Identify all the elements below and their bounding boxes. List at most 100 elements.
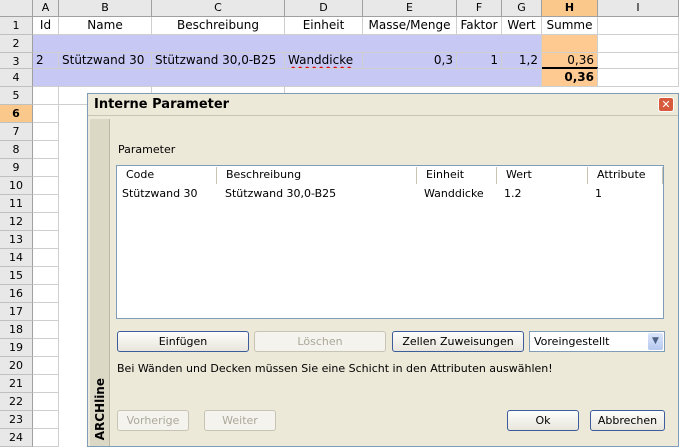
cell-a13[interactable]: [33, 231, 59, 249]
cell-d1-header-einheit[interactable]: Einheit: [285, 17, 363, 35]
cell-a23[interactable]: [33, 411, 59, 429]
cell-a21[interactable]: [33, 375, 59, 393]
cell-a9[interactable]: [33, 159, 59, 177]
row2-data-block[interactable]: [33, 35, 542, 53]
row-header-4[interactable]: 4: [0, 69, 33, 87]
cell-f1-header-faktor[interactable]: Faktor: [457, 17, 502, 35]
row-header-15[interactable]: 15: [0, 267, 33, 285]
parameter-list-header: Code Beschreibung Einheit Wert Attribute: [117, 166, 663, 184]
row-header-17[interactable]: 17: [0, 303, 33, 321]
row-header-9[interactable]: 9: [0, 159, 33, 177]
row-header-18[interactable]: 18: [0, 321, 33, 339]
row-header-22[interactable]: 22: [0, 393, 33, 411]
chevron-down-icon[interactable]: ▼: [648, 333, 663, 350]
cell-a8[interactable]: [33, 141, 59, 159]
column-header-i[interactable]: I: [598, 0, 679, 17]
list-item-attribute: 1: [595, 187, 602, 200]
cell-a1-header-id[interactable]: Id: [33, 17, 59, 35]
cell-h2[interactable]: [542, 35, 598, 53]
column-header-d[interactable]: D: [285, 0, 363, 17]
einfuegen-button[interactable]: Einfügen: [117, 331, 249, 352]
preset-select[interactable]: Voreingestellt ▼: [529, 331, 665, 352]
cell-i3[interactable]: [598, 53, 679, 69]
column-header-f[interactable]: F: [457, 0, 502, 17]
column-header-b[interactable]: B: [59, 0, 152, 17]
row4-data-block[interactable]: [33, 69, 542, 87]
row-header-1[interactable]: 1: [0, 17, 33, 35]
row-header-21[interactable]: 21: [0, 375, 33, 393]
list-header-attribute[interactable]: Attribute: [588, 167, 663, 184]
cell-a17[interactable]: [33, 303, 59, 321]
row-header-6[interactable]: 6: [0, 105, 33, 123]
row-header-14[interactable]: 14: [0, 249, 33, 267]
ok-button[interactable]: Ok: [507, 410, 579, 431]
abbrechen-button[interactable]: Abbrechen: [590, 410, 665, 431]
parameter-list[interactable]: Code Beschreibung Einheit Wert Attribute…: [116, 165, 664, 319]
cell-e3-masse[interactable]: 0,3: [363, 53, 457, 69]
cell-a11[interactable]: [33, 195, 59, 213]
cell-a24[interactable]: [33, 429, 59, 447]
cell-a12[interactable]: [33, 213, 59, 231]
row-header-8[interactable]: 8: [0, 141, 33, 159]
row-header-24[interactable]: 24: [0, 429, 33, 447]
cell-a5[interactable]: [33, 87, 59, 105]
cell-a15[interactable]: [33, 267, 59, 285]
close-icon[interactable]: ✕: [658, 97, 674, 112]
column-header-g[interactable]: G: [502, 0, 542, 17]
cell-a16[interactable]: [33, 285, 59, 303]
cell-i1[interactable]: [598, 17, 679, 35]
row-header-12[interactable]: 12: [0, 213, 33, 231]
row-header-13[interactable]: 13: [0, 231, 33, 249]
dialog-title-bar[interactable]: Interne Parameter ✕: [88, 94, 678, 116]
einheit-text: Wanddicke: [288, 53, 354, 67]
list-header-wert[interactable]: Wert: [497, 167, 588, 184]
cell-a22[interactable]: [33, 393, 59, 411]
cell-a10[interactable]: [33, 177, 59, 195]
vorherige-button[interactable]: Vorherige: [117, 410, 189, 431]
row-header-5[interactable]: 5: [0, 87, 33, 105]
row-header-11[interactable]: 11: [0, 195, 33, 213]
select-all-corner[interactable]: [0, 0, 33, 17]
column-header-e[interactable]: E: [363, 0, 457, 17]
list-header-einheit[interactable]: Einheit: [417, 167, 497, 184]
loeschen-button[interactable]: Löschen: [254, 331, 386, 352]
cell-a7[interactable]: [33, 123, 59, 141]
cell-b1-header-name[interactable]: Name: [59, 17, 152, 35]
cell-i4[interactable]: [598, 69, 679, 87]
cell-a6[interactable]: [33, 105, 59, 123]
cell-c1-header-beschreibung[interactable]: Beschreibung: [152, 17, 285, 35]
list-item[interactable]: Stützwand 30 Stützwand 30,0-B25 Wanddick…: [117, 185, 663, 201]
zellen-zuweisungen-button[interactable]: Zellen Zuweisungen: [392, 331, 524, 352]
cell-d3-einheit[interactable]: Wanddicke: [285, 53, 363, 69]
cell-h4-total[interactable]: 0,36: [542, 67, 598, 87]
row-header-10[interactable]: 10: [0, 177, 33, 195]
column-header-c[interactable]: C: [152, 0, 285, 17]
cell-g3-wert[interactable]: 1,2: [502, 53, 542, 69]
row-header-20[interactable]: 20: [0, 357, 33, 375]
cell-a18[interactable]: [33, 321, 59, 339]
row-header-3[interactable]: 3: [0, 53, 33, 69]
column-header-a[interactable]: A: [33, 0, 59, 17]
row-header-7[interactable]: 7: [0, 123, 33, 141]
cell-h1-header-summe[interactable]: Summe: [542, 17, 598, 35]
list-header-beschreibung[interactable]: Beschreibung: [217, 167, 417, 184]
row-header-16[interactable]: 16: [0, 285, 33, 303]
cell-f3-faktor[interactable]: 1: [457, 53, 502, 69]
cell-i2[interactable]: [598, 35, 679, 53]
cell-c3-beschreibung[interactable]: Stützwand 30,0-B25: [152, 53, 285, 69]
column-header-h[interactable]: H: [542, 0, 598, 17]
row-header-19[interactable]: 19: [0, 339, 33, 357]
cell-a19[interactable]: [33, 339, 59, 357]
list-item-code: Stützwand 30: [122, 187, 198, 200]
brand-side-bar: ARCHline: [90, 119, 110, 446]
weiter-button[interactable]: Weiter: [204, 410, 276, 431]
cell-g1-header-wert[interactable]: Wert: [502, 17, 542, 35]
row-header-2[interactable]: 2: [0, 35, 33, 53]
row-header-23[interactable]: 23: [0, 411, 33, 429]
cell-b3-name[interactable]: Stützwand 30: [59, 53, 152, 69]
cell-a20[interactable]: [33, 357, 59, 375]
list-header-code[interactable]: Code: [117, 167, 217, 184]
cell-a14[interactable]: [33, 249, 59, 267]
cell-e1-header-masse[interactable]: Masse/Menge: [363, 17, 457, 35]
cell-a3-id[interactable]: 2: [33, 53, 59, 69]
